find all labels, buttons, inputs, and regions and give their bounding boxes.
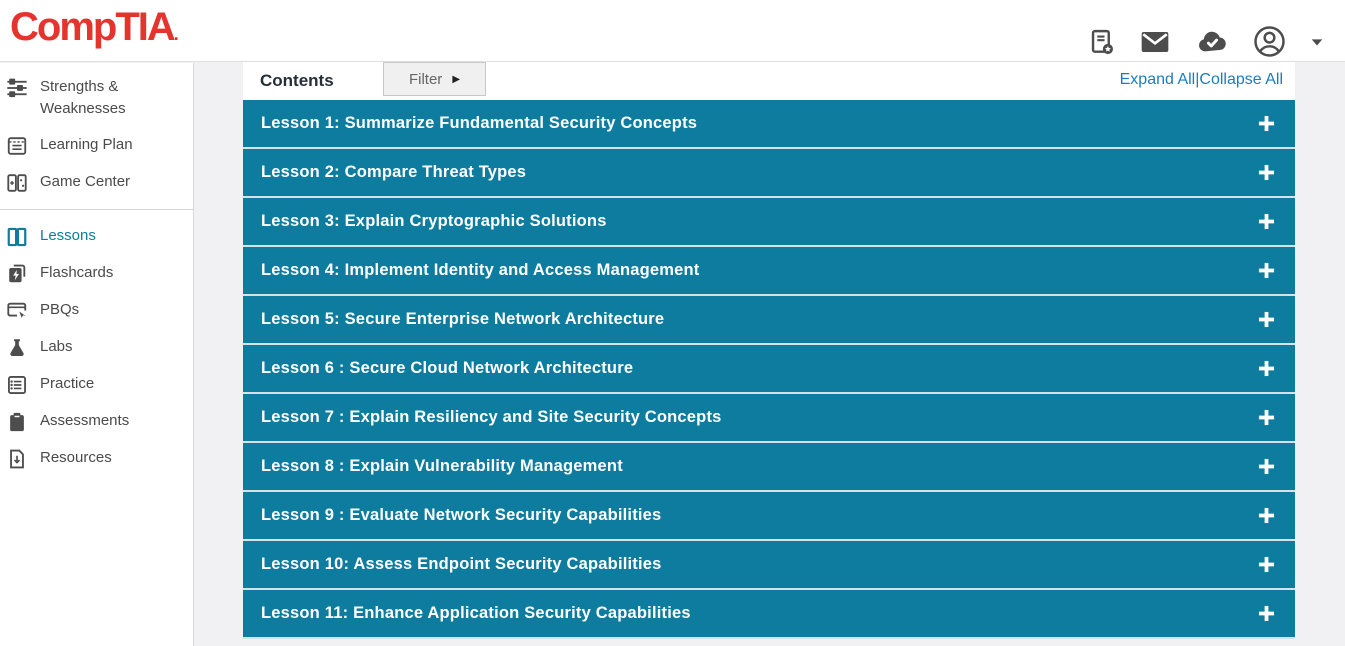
expand-collapse-links: Expand All|Collapse All bbox=[1120, 62, 1283, 98]
sidebar-item-resources[interactable]: Resources bbox=[0, 440, 193, 477]
lesson-accordion-header[interactable]: Lesson 10: Assess Endpoint Security Capa… bbox=[243, 541, 1295, 590]
game-center-icon bbox=[6, 172, 28, 194]
lesson-accordion-header[interactable]: Lesson 4: Implement Identity and Access … bbox=[243, 247, 1295, 296]
account-menu-caret-icon[interactable] bbox=[1309, 35, 1325, 49]
sidebar-item-game-center[interactable]: Game Center bbox=[0, 164, 193, 201]
comptia-logo: CompTIA. bbox=[10, 4, 179, 57]
expand-plus-icon[interactable] bbox=[1258, 164, 1275, 181]
sidebar-item-practice[interactable]: Practice bbox=[0, 366, 193, 403]
sidebar-item-lessons[interactable]: Lessons bbox=[0, 218, 193, 255]
lesson-accordion-header[interactable]: Lesson 5: Secure Enterprise Network Arch… bbox=[243, 296, 1295, 345]
lesson-accordion-header[interactable]: Lesson 9 : Evaluate Network Security Cap… bbox=[243, 492, 1295, 541]
lessons-content-panel: Contents Filter ▶ Expand All|Collapse Al… bbox=[243, 62, 1295, 646]
lesson-accordion-header[interactable]: Lesson 2: Compare Threat Types bbox=[243, 149, 1295, 198]
sidebar-item-learning-plan[interactable]: Learning Plan bbox=[0, 127, 193, 164]
sidebar-item-pbqs[interactable]: PBQs bbox=[0, 292, 193, 329]
sidebar-item-strengths-weaknesses[interactable]: Strengths & Weaknesses bbox=[0, 69, 193, 127]
lesson-title: Lesson 11: Enhance Application Security … bbox=[261, 604, 691, 623]
sidebar-item-labs[interactable]: Labs bbox=[0, 329, 193, 366]
sidebar-item-assessments[interactable]: Assessments bbox=[0, 403, 193, 440]
page-title: Contents bbox=[260, 62, 334, 100]
lesson-title: Lesson 8 : Explain Vulnerability Managem… bbox=[261, 457, 623, 476]
sidebar-item-label: Resources bbox=[40, 447, 112, 469]
messages-envelope-icon[interactable] bbox=[1138, 26, 1172, 58]
cloud-check-icon[interactable] bbox=[1194, 26, 1230, 58]
assignment-new-icon[interactable] bbox=[1087, 26, 1116, 58]
lesson-title: Lesson 7 : Explain Resiliency and Site S… bbox=[261, 408, 722, 427]
sidebar-item-label: Practice bbox=[40, 373, 94, 395]
learning-plan-icon bbox=[6, 135, 28, 157]
lesson-title: Lesson 9 : Evaluate Network Security Cap… bbox=[261, 506, 661, 525]
pbqs-icon bbox=[6, 300, 28, 322]
sidebar-item-label: Lessons bbox=[40, 225, 96, 247]
sidebar-item-label: Assessments bbox=[40, 410, 129, 432]
lesson-title: Lesson 1: Summarize Fundamental Security… bbox=[261, 114, 697, 133]
lesson-accordion-header[interactable]: Lesson 1: Summarize Fundamental Security… bbox=[243, 100, 1295, 149]
sidebar-item-flashcards[interactable]: Flashcards bbox=[0, 255, 193, 292]
sidebar-item-label: Flashcards bbox=[40, 262, 113, 284]
expand-plus-icon[interactable] bbox=[1258, 360, 1275, 377]
practice-list-icon bbox=[6, 374, 28, 396]
lesson-accordion-header[interactable]: Lesson 11: Enhance Application Security … bbox=[243, 590, 1295, 639]
expand-plus-icon[interactable] bbox=[1258, 507, 1275, 524]
sidebar-item-label: Game Center bbox=[40, 171, 130, 193]
lessons-open-book-icon bbox=[6, 226, 28, 248]
sidebar-nav: Strengths & Weaknesses Learning Plan Gam… bbox=[0, 63, 194, 646]
expand-plus-icon[interactable] bbox=[1258, 311, 1275, 328]
header-icon-bar bbox=[1087, 24, 1325, 59]
lesson-accordion-header[interactable]: Lesson 7 : Explain Resiliency and Site S… bbox=[243, 394, 1295, 443]
lesson-accordion-header[interactable]: Lesson 3: Explain Cryptographic Solution… bbox=[243, 198, 1295, 247]
strengths-weaknesses-icon bbox=[6, 77, 28, 99]
content-header: Contents Filter ▶ Expand All|Collapse Al… bbox=[243, 62, 1295, 100]
lessons-accordion-list: Lesson 1: Summarize Fundamental Security… bbox=[243, 100, 1295, 639]
lesson-accordion-header[interactable]: Lesson 6 : Secure Cloud Network Architec… bbox=[243, 345, 1295, 394]
lesson-accordion-header[interactable]: Lesson 8 : Explain Vulnerability Managem… bbox=[243, 443, 1295, 492]
logo-registered-mark: . bbox=[174, 24, 179, 44]
lesson-title: Lesson 2: Compare Threat Types bbox=[261, 163, 526, 182]
lesson-title: Lesson 10: Assess Endpoint Security Capa… bbox=[261, 555, 662, 574]
sidebar-divider bbox=[0, 209, 193, 210]
filter-arrow-icon: ▶ bbox=[452, 74, 460, 85]
filter-button[interactable]: Filter ▶ bbox=[383, 62, 486, 96]
expand-plus-icon[interactable] bbox=[1258, 213, 1275, 230]
sidebar-item-label: Learning Plan bbox=[40, 134, 133, 156]
sidebar-item-label: Strengths & Weaknesses bbox=[40, 76, 170, 120]
expand-plus-icon[interactable] bbox=[1258, 115, 1275, 132]
expand-plus-icon[interactable] bbox=[1258, 409, 1275, 426]
lesson-title: Lesson 4: Implement Identity and Access … bbox=[261, 261, 700, 280]
sidebar-item-label: PBQs bbox=[40, 299, 79, 321]
expand-all-link[interactable]: Expand All bbox=[1120, 71, 1196, 88]
assessments-clipboard-icon bbox=[6, 411, 28, 433]
expand-plus-icon[interactable] bbox=[1258, 605, 1275, 622]
account-avatar-icon[interactable] bbox=[1252, 24, 1287, 59]
lesson-title: Lesson 5: Secure Enterprise Network Arch… bbox=[261, 310, 664, 329]
collapse-all-link[interactable]: Collapse All bbox=[1199, 71, 1283, 88]
expand-plus-icon[interactable] bbox=[1258, 556, 1275, 573]
labs-flask-icon bbox=[6, 337, 28, 359]
lesson-title: Lesson 3: Explain Cryptographic Solution… bbox=[261, 212, 607, 231]
filter-button-label: Filter bbox=[409, 71, 442, 88]
top-header: CompTIA. bbox=[0, 0, 1345, 62]
flashcards-icon bbox=[6, 263, 28, 285]
expand-plus-icon[interactable] bbox=[1258, 458, 1275, 475]
resources-download-doc-icon bbox=[6, 448, 28, 470]
sidebar-item-label: Labs bbox=[40, 336, 73, 358]
expand-plus-icon[interactable] bbox=[1258, 262, 1275, 279]
lesson-title: Lesson 6 : Secure Cloud Network Architec… bbox=[261, 359, 633, 378]
